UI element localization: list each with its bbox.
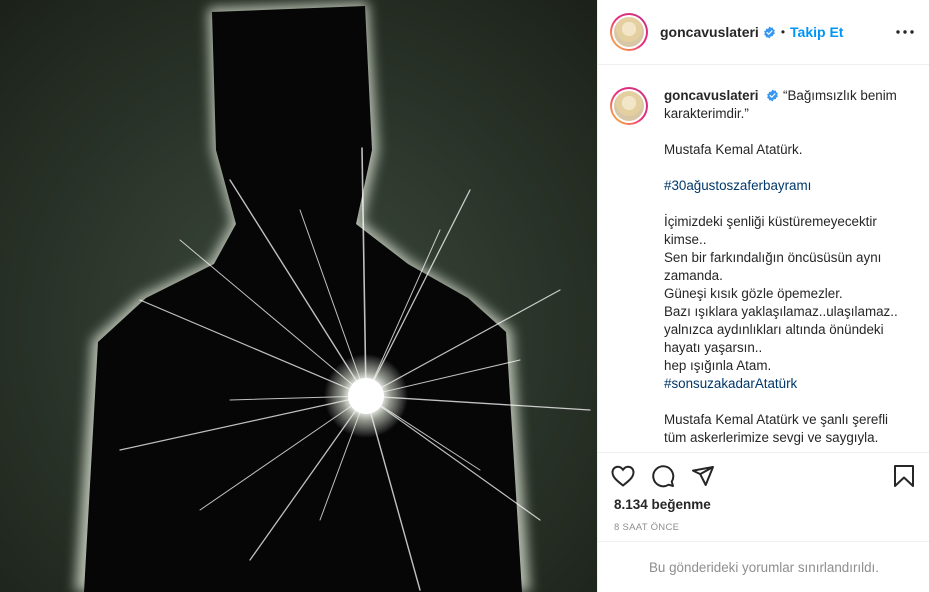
- follow-button[interactable]: Takip Et: [790, 24, 843, 40]
- author-avatar[interactable]: [610, 13, 648, 51]
- caption-line-author: Mustafa Kemal Atatürk.: [664, 142, 803, 157]
- bookmark-icon[interactable]: [890, 462, 918, 490]
- like-count[interactable]: 8.134 beğenme: [614, 497, 711, 512]
- post-image[interactable]: [0, 0, 597, 592]
- caption-text: goncavuslateri “Bağımsızlık benim karakt…: [664, 87, 904, 447]
- post-sidebar: goncavuslateri • Takip Et goncavuslateri: [597, 0, 929, 592]
- hashtag-link[interactable]: #30ağustoszaferbayramı: [664, 178, 811, 193]
- caption-author-avatar[interactable]: [610, 87, 648, 125]
- separator-dot: •: [780, 25, 786, 39]
- caption-paragraph: Mustafa Kemal Atatürk ve şanlı şerefli t…: [664, 412, 889, 445]
- author-username[interactable]: goncavuslateri: [660, 24, 759, 40]
- caption-paragraph: Bazı ışıklara yaklaşılamaz..ulaşılamaz..: [664, 304, 898, 319]
- caption-paragraph: Güneşi kısık gözle öpemezler.: [664, 286, 843, 301]
- silhouette-artwork: [0, 0, 597, 592]
- caption-paragraph: hep ışığınla Atam.: [664, 358, 772, 373]
- caption-paragraph: İçimizdeki şenliği küstüremeyecektir kim…: [664, 214, 877, 247]
- comment-icon[interactable]: [649, 462, 677, 490]
- caption-area: goncavuslateri “Bağımsızlık benim karakt…: [598, 66, 929, 452]
- caption-username[interactable]: goncavuslateri: [664, 88, 759, 103]
- more-options-icon[interactable]: [893, 20, 917, 44]
- verified-badge-icon: [767, 89, 779, 102]
- heart-icon[interactable]: [609, 462, 637, 490]
- hashtag-link[interactable]: #sonsuzakadarAtatürk: [664, 376, 797, 391]
- action-bar: [598, 452, 929, 498]
- comments-disabled-notice: Bu gönderideki yorumlar sınırlandırıldı.: [598, 541, 929, 592]
- post-header: goncavuslateri • Takip Et: [598, 0, 929, 65]
- verified-badge-icon: [763, 26, 775, 38]
- caption-paragraph: yalnızca aydınlıkları altında önündeki h…: [664, 322, 884, 355]
- post-timestamp[interactable]: 8 saat önce: [614, 522, 679, 533]
- caption-paragraph: Sen bir farkındalığın öncüsüsün aynı zam…: [664, 250, 882, 283]
- share-icon[interactable]: [689, 462, 717, 490]
